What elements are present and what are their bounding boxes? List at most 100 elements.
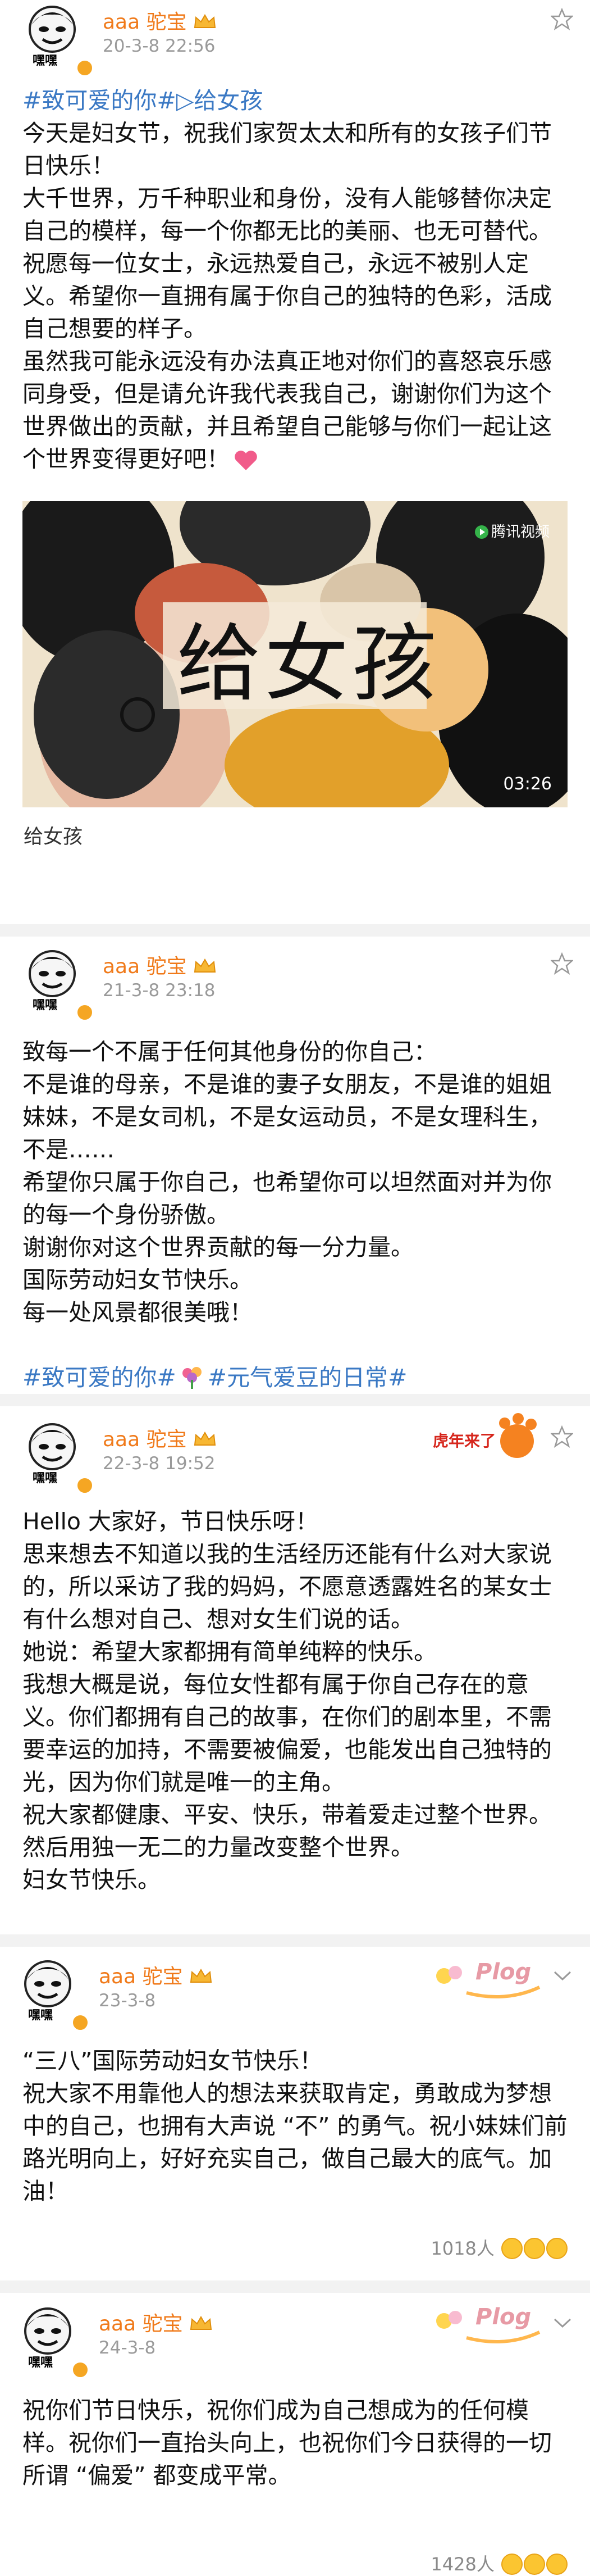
flower-emoji-icon	[182, 1367, 202, 1389]
text-line: 大千世界，万千种职业和身份，没有人能够替你决定自己的模样，每一个你都无比的美丽、…	[22, 185, 552, 244]
verified-badge	[76, 59, 94, 77]
post-text: Hello 大家好，节日快乐呀！ 思来想去不知道以我的生活经历还能有什么对大家说…	[0, 1505, 590, 1896]
text-span: 虽然我可能永远没有办法真正地对你们的喜怒哀乐感同身受，但是请允许我代表我自己，谢…	[22, 348, 552, 473]
text-line: Hello 大家好，节日快乐呀！	[22, 1508, 318, 1535]
verified-badge	[71, 2361, 89, 2379]
chevron-down-icon[interactable]	[553, 1970, 572, 1982]
text-line: 谢谢你对这个世界贡献的每一分力量。	[22, 1234, 414, 1261]
post-separator	[0, 2280, 590, 2293]
post-text: 致每一个不属于任何其他身份的你自己： 不是谁的母亲，不是谁的妻子女朋友，不是谁的…	[0, 1035, 590, 1394]
avatar-label: 嘿嘿	[33, 1471, 58, 1485]
text-line: 国际劳动妇女节快乐。	[22, 1266, 253, 1293]
sticker-text: 虎年来了	[433, 1432, 496, 1450]
chevron-down-icon[interactable]	[553, 2318, 572, 2329]
avatar-label: 嘿嘿	[33, 998, 58, 1012]
video-caption[interactable]: 给女孩	[0, 807, 590, 852]
like-summary[interactable]: 1428人	[431, 2550, 568, 2576]
surprise-emoji-icon	[546, 2238, 568, 2259]
text-line: 祝大家不用靠他人的想法来获取肯定，勇敢成为梦想中的自己，也拥有大声说 “不” 的…	[22, 2080, 568, 2205]
post-author[interactable]: aaa 驼宝	[103, 6, 217, 35]
crown-icon	[194, 958, 216, 973]
post-date: 24-3-8	[99, 2338, 156, 2358]
avatar-label: 嘿嘿	[28, 2356, 53, 2370]
text-line: 妇女节快乐。	[22, 1866, 161, 1893]
text-line: 祝大家都健康、平安、快乐，带着爱走过整个世界。然后用独一无二的力量改变整个世界。	[22, 1801, 552, 1861]
crown-icon	[190, 1969, 212, 1983]
avatar[interactable]: 嘿嘿	[19, 1420, 94, 1494]
plog-sticker: Plog	[427, 1953, 545, 2003]
crown-icon	[194, 14, 216, 28]
avatar[interactable]: 嘿嘿	[15, 1957, 89, 2032]
avatar[interactable]: 嘿嘿	[19, 947, 94, 1021]
topic-link[interactable]: #致可爱的你#▷给女孩	[22, 84, 568, 117]
post-separator	[0, 924, 590, 937]
weibo-post: 嘿嘿 aaa 驼宝 22-3-8 19:52 虎年来了 Hello 大家好，节日…	[0, 1413, 590, 1934]
post-date: 20-3-8 22:56	[103, 36, 216, 56]
avatar[interactable]: 嘿嘿	[15, 2304, 89, 2379]
post-author[interactable]: aaa 驼宝	[99, 1960, 213, 1989]
author-name: aaa 驼宝	[103, 1428, 187, 1451]
video-title: 给女孩	[177, 615, 440, 713]
weibo-post: 嘿嘿 aaa 驼宝 20-3-8 22:56 #致可爱的你#▷给女孩 今天是妇女…	[0, 0, 590, 924]
tiger-year-sticker: 虎年来了	[433, 1413, 539, 1464]
plog-sticker: Plog	[427, 2298, 545, 2348]
post-separator	[0, 1394, 590, 1406]
text-line: 虽然我可能永远没有办法真正地对你们的喜怒哀乐感同身受，但是请允许我代表我自己，谢…	[22, 345, 568, 475]
post-date: 23-3-8	[99, 1991, 156, 2011]
sticker-text: Plog	[475, 2304, 532, 2330]
text-line: 她说：希望大家都拥有简单纯粹的快乐。	[22, 1638, 437, 1665]
like-summary[interactable]: 1018人	[431, 2234, 568, 2260]
post-date: 21-3-8 23:18	[103, 980, 216, 1001]
star-icon[interactable]	[551, 1425, 573, 1448]
verified-badge	[76, 1003, 94, 1021]
post-date: 22-3-8 19:52	[103, 1453, 216, 1474]
post-header: 嘿嘿 aaa 驼宝 22-3-8 19:52 虎年来了	[0, 1413, 590, 1502]
grin-emoji-icon	[524, 2554, 545, 2575]
text-line: 每一处风景都很美哦！	[22, 1299, 253, 1326]
sticker-text: Plog	[475, 1959, 532, 1985]
avatar[interactable]: 嘿嘿	[19, 2, 94, 77]
text-line: 我想大概是说，每位女性都有属于你自己存在的意义。你们都拥有自己的故事，在你们的剧…	[22, 1671, 552, 1796]
like-count: 1018人	[431, 2238, 495, 2259]
author-name: aaa 驼宝	[99, 1965, 183, 1988]
text-line: 祝你们节日快乐，祝你们成为自己想成为的任何模样。祝你们一直抬头向上，也祝你们今日…	[22, 2397, 552, 2489]
weibo-post: 嘿嘿 aaa 驼宝 21-3-8 23:18 致每一个不属于任何其他身份的你自己…	[0, 944, 590, 1394]
post-text: “三八”国际劳动妇女节快乐！ 祝大家不用靠他人的想法来获取肯定，勇敢成为梦想中的…	[0, 2045, 590, 2207]
video-duration: 03:26	[503, 774, 552, 794]
video-thumbnail[interactable]: 给女孩 腾讯视频 03:26	[22, 501, 568, 807]
post-header: 嘿嘿 aaa 驼宝 21-3-8 23:18	[0, 944, 590, 1029]
post-author[interactable]: aaa 驼宝	[99, 2307, 213, 2337]
text-line: “三八”国际劳动妇女节快乐！	[22, 2047, 323, 2074]
play-icon	[474, 525, 488, 539]
surprise-emoji-icon	[546, 2554, 568, 2575]
verified-badge	[76, 1476, 94, 1494]
text-line: 致每一个不属于任何其他身份的你自己：	[22, 1038, 437, 1065]
topic-link[interactable]: #元气爱豆的日常#	[208, 1364, 408, 1391]
video-source: 腾讯视频	[474, 520, 550, 541]
like-count: 1428人	[431, 2554, 495, 2575]
weibo-post: 嘿嘿 aaa 驼宝 24-3-8 Plog 祝你们节日快乐，祝你们成为自己想成为…	[0, 2302, 590, 2575]
avatar-label: 嘿嘿	[33, 54, 58, 68]
topic-link[interactable]: #致可爱的你#	[22, 1364, 176, 1391]
text-line: 不是谁的母亲，不是谁的妻子女朋友，不是谁的姐姐妹妹，不是女司机，不是女运动员，不…	[22, 1071, 552, 1163]
post-author[interactable]: aaa 驼宝	[103, 1423, 217, 1452]
crown-icon	[194, 1432, 216, 1446]
tag-row: #致可爱的你# #元气爱豆的日常#	[22, 1361, 568, 1394]
avatar-label: 嘿嘿	[28, 2009, 53, 2023]
author-name: aaa 驼宝	[99, 2313, 183, 2336]
post-text: #致可爱的你#▷给女孩 今天是妇女节，祝我们家贺太太和所有的女孩子们节日快乐！ …	[0, 84, 590, 475]
crown-icon	[190, 2316, 212, 2330]
post-header: 嘿嘿 aaa 驼宝 24-3-8 Plog	[0, 2302, 590, 2386]
heart-emoji-icon	[235, 451, 257, 470]
post-separator	[0, 1934, 590, 1947]
author-name: aaa 驼宝	[103, 11, 187, 34]
weibo-post: 嘿嘿 aaa 驼宝 23-3-8 Plog “三八”国际劳动妇女节快乐！ 祝大家…	[0, 1955, 590, 2280]
text-line: 希望你只属于你自己，也希望你可以坦然面对并为你的每一个身份骄傲。	[22, 1169, 552, 1228]
post-author[interactable]: aaa 驼宝	[103, 950, 217, 979]
post-header: 嘿嘿 aaa 驼宝 23-3-8 Plog	[0, 1955, 590, 2039]
text-line: 思来想去不知道以我的生活经历还能有什么对大家说的，所以采访了我的妈妈，不愿意透露…	[22, 1541, 552, 1633]
post-header: 嘿嘿 aaa 驼宝 20-3-8 22:56	[0, 0, 590, 84]
star-icon[interactable]	[551, 952, 573, 975]
verified-badge	[71, 2014, 89, 2032]
star-icon[interactable]	[551, 8, 573, 30]
